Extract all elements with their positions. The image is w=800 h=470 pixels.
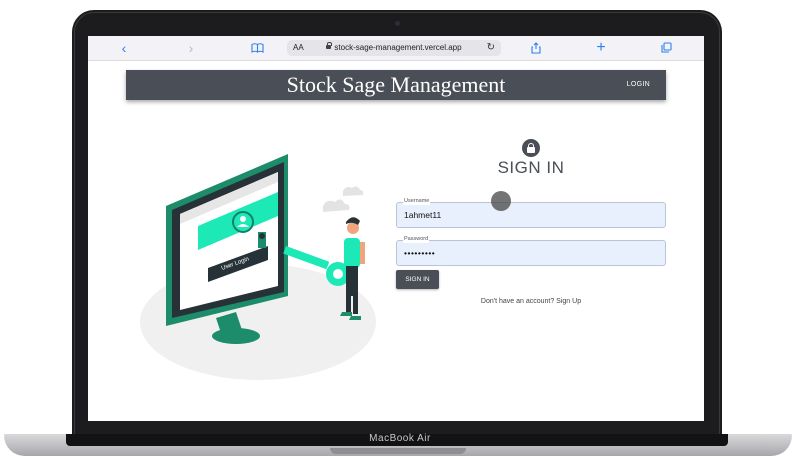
device-model-label: MacBook Air xyxy=(369,433,431,444)
new-tab-icon[interactable]: + xyxy=(593,36,609,60)
share-icon[interactable] xyxy=(528,36,544,60)
username-value: 1ahmet11 xyxy=(404,210,442,220)
password-field[interactable]: Password ••••••••• xyxy=(396,236,666,266)
back-icon[interactable]: ‹ xyxy=(116,36,132,60)
signup-link[interactable]: Don't have an account? Sign Up xyxy=(396,298,666,305)
username-field[interactable]: Username 1ahmet11 xyxy=(396,198,666,228)
lock-icon xyxy=(522,139,540,157)
reload-icon[interactable]: ↻ xyxy=(487,40,495,56)
forward-icon[interactable]: › xyxy=(183,36,199,60)
camera-icon xyxy=(395,21,400,26)
lock-icon xyxy=(326,42,332,49)
bookmarks-icon[interactable] xyxy=(248,36,266,60)
browser-screen: ‹ › AA stock-sage-management.vercel.app … xyxy=(88,36,704,421)
laptop-notch xyxy=(330,448,466,454)
app-header: Stock Sage Management LOGIN xyxy=(126,70,666,100)
app-title: Stock Sage Management xyxy=(286,72,506,97)
login-illustration: User Login xyxy=(140,154,376,380)
url-text: stock-sage-management.vercel.app xyxy=(287,40,501,56)
tabs-icon[interactable] xyxy=(658,36,674,60)
login-link[interactable]: LOGIN xyxy=(627,70,650,100)
touch-indicator xyxy=(491,191,511,211)
signin-heading: SIGN IN xyxy=(497,158,565,177)
browser-toolbar: ‹ › AA stock-sage-management.vercel.app … xyxy=(88,36,704,61)
address-bar[interactable]: AA stock-sage-management.vercel.app ↻ xyxy=(287,40,501,56)
password-value: ••••••••• xyxy=(404,248,436,258)
signin-button[interactable]: SIGN IN xyxy=(396,270,439,289)
